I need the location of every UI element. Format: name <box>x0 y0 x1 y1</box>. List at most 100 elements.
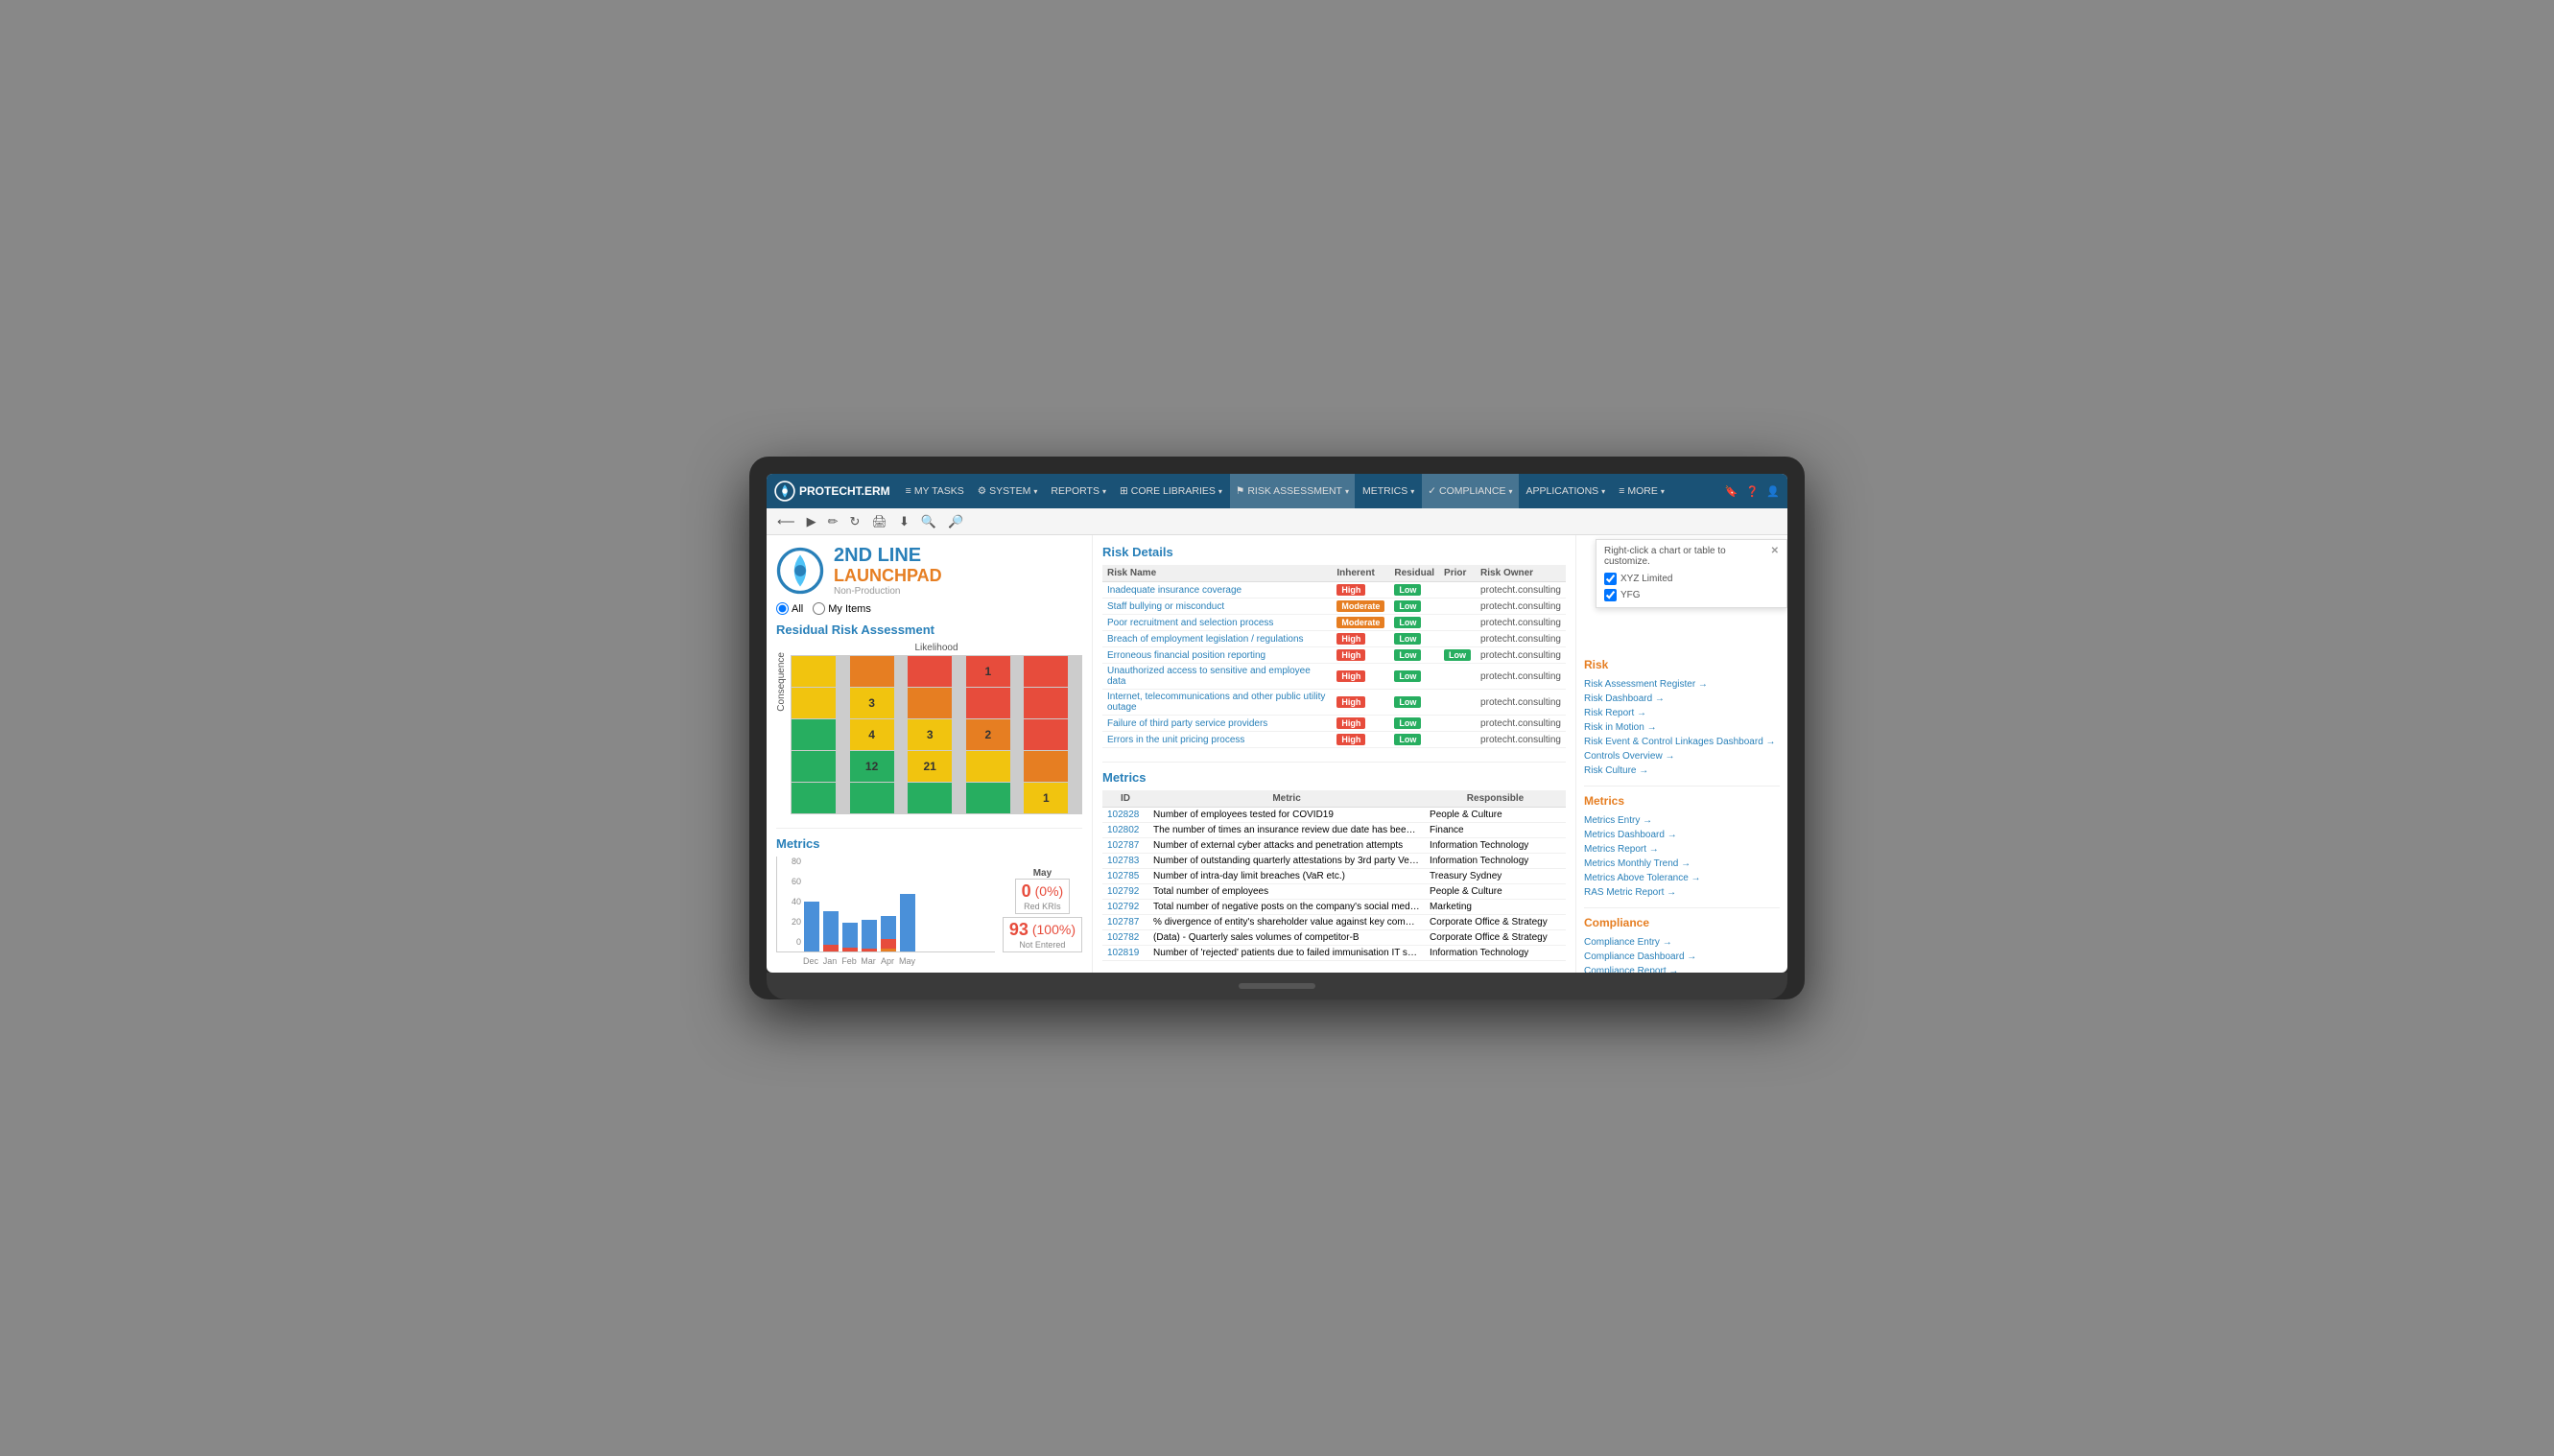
metric-id-link-9[interactable]: 102819 <box>1107 948 1139 958</box>
risk-link-5[interactable]: Unauthorized access to sensitive and emp… <box>1107 666 1311 687</box>
matrix-cell-3-2[interactable]: 21 <box>908 751 952 782</box>
matrix-cell-2-4[interactable] <box>1024 719 1068 750</box>
risk-link-3[interactable]: Breach of employment legislation / regul… <box>1107 634 1304 645</box>
filter-my-items[interactable]: My Items <box>813 602 871 615</box>
right-metrics-links-link-3[interactable]: Metrics Monthly Trend → <box>1584 857 1780 871</box>
matrix-cell-4-4[interactable]: 1 <box>1024 783 1068 813</box>
nav-core-libraries[interactable]: ⊞ CORE LIBRARIES ▾ <box>1114 474 1228 508</box>
right-risk-links-link-1[interactable]: Risk Dashboard → <box>1584 692 1780 706</box>
nav-applications[interactable]: APPLICATIONS ▾ <box>1521 474 1612 508</box>
residual-badge-0: Low <box>1394 584 1421 596</box>
nav-more[interactable]: ≡ MORE ▾ <box>1613 474 1670 508</box>
matrix-cell-1-2[interactable] <box>908 688 952 718</box>
bar-jan-blue <box>823 911 839 945</box>
checkbox-yfg-label: YFG <box>1620 590 1641 600</box>
matrix-cell-0-4[interactable] <box>1024 656 1068 687</box>
right-risk-links-link-4[interactable]: Risk Event & Control Linkages Dashboard … <box>1584 735 1780 749</box>
matrix-cell-0-3[interactable]: 1 <box>966 656 1010 687</box>
matrix-cell-0-2[interactable] <box>908 656 952 687</box>
right-risk-links-link-6[interactable]: Risk Culture → <box>1584 763 1780 778</box>
brand-name: PROTECHT.ERM <box>799 484 890 498</box>
matrix-cell-1-0[interactable] <box>792 688 836 718</box>
risk-link-6[interactable]: Internet, telecommunications and other p… <box>1107 692 1325 713</box>
toolbar-back[interactable]: ⟵ <box>774 512 798 531</box>
metrics-bars <box>776 857 995 952</box>
nav-risk-assessment[interactable]: ⚑ RISK ASSESSMENT ▾ <box>1230 474 1355 508</box>
matrix-cell-3-4[interactable] <box>1024 751 1068 782</box>
matrix-cell-2-3[interactable]: 2 <box>966 719 1010 750</box>
matrix-cell-1-4[interactable] <box>1024 688 1068 718</box>
toolbar-zoom-out[interactable]: 🔎 <box>945 512 966 531</box>
metric-responsible-6: Marketing <box>1425 900 1566 915</box>
risk-link-4[interactable]: Erroneous financial position reporting <box>1107 650 1265 661</box>
matrix-cell-3-1[interactable]: 12 <box>850 751 894 782</box>
toolbar-print[interactable]: 🖨 <box>868 512 890 531</box>
risk-link-0[interactable]: Inadequate insurance coverage <box>1107 585 1242 596</box>
matrix-cell-0-0[interactable] <box>792 656 836 687</box>
toolbar-download[interactable]: ⬇ <box>896 512 912 531</box>
metric-id-link-7[interactable]: 102787 <box>1107 917 1139 928</box>
risk-link-2[interactable]: Poor recruitment and selection process <box>1107 618 1273 628</box>
risk-link-8[interactable]: Errors in the unit pricing process <box>1107 735 1244 745</box>
metrics-kpi: May 0 (0%) Red KRIs 93 <box>1003 857 1082 966</box>
metric-id-link-1[interactable]: 102802 <box>1107 825 1139 835</box>
matrix-cell-2-0[interactable] <box>792 719 836 750</box>
matrix-cell-1-3[interactable] <box>966 688 1010 718</box>
risk-matrix-container: Consequence Likelihood 1 <box>776 643 1082 814</box>
matrix-cell-2-1[interactable]: 4 <box>850 719 894 750</box>
right-compliance-links-link-2[interactable]: Compliance Report → <box>1584 964 1780 973</box>
brand-logo[interactable]: PROTECHT.ERM <box>774 481 890 502</box>
risk-link-1[interactable]: Staff bullying or misconduct <box>1107 601 1224 612</box>
nav-my-tasks[interactable]: ≡ MY TASKS <box>900 474 970 508</box>
matrix-cell-3-0[interactable] <box>792 751 836 782</box>
right-risk-links-link-5[interactable]: Controls Overview → <box>1584 749 1780 763</box>
toolbar-play[interactable]: ▶ <box>804 512 819 531</box>
metrics-table-row: 102792 Total number of negative posts on… <box>1102 900 1566 915</box>
right-metrics-links-link-4[interactable]: Metrics Above Tolerance → <box>1584 871 1780 885</box>
toolbar-refresh[interactable]: ↻ <box>847 512 863 531</box>
right-metrics-links-link-5[interactable]: RAS Metric Report → <box>1584 885 1780 900</box>
inherent-badge-5: High <box>1336 670 1365 682</box>
matrix-cell-1-1[interactable]: 3 <box>850 688 894 718</box>
metric-id-link-3[interactable]: 102783 <box>1107 856 1139 866</box>
user-icon[interactable]: 👤 <box>1766 485 1780 498</box>
right-metrics-links-link-1[interactable]: Metrics Dashboard → <box>1584 828 1780 842</box>
nav-metrics[interactable]: METRICS ▾ <box>1357 474 1420 508</box>
filter-all[interactable]: All <box>776 602 803 615</box>
matrix-cell-3-3[interactable] <box>966 751 1010 782</box>
help-icon[interactable]: ❓ <box>1746 485 1760 498</box>
metric-id-link-8[interactable]: 102782 <box>1107 932 1139 943</box>
matrix-cell-4-2[interactable] <box>908 783 952 813</box>
metric-id-link-2[interactable]: 102787 <box>1107 840 1139 851</box>
nav-system[interactable]: ⚙ SYSTEM ▾ <box>972 474 1044 508</box>
matrix-cell-2-2[interactable]: 3 <box>908 719 952 750</box>
tooltip-text: Right-click a chart or table to customiz… <box>1604 546 1726 567</box>
matrix-cell-4-0[interactable] <box>792 783 836 813</box>
right-risk-links-link-2[interactable]: Risk Report → <box>1584 706 1780 720</box>
tooltip-checkbox-yfg[interactable]: YFG <box>1604 589 1779 601</box>
right-metrics-links-link-0[interactable]: Metrics Entry → <box>1584 813 1780 828</box>
bookmark-icon[interactable]: 🔖 <box>1725 485 1738 498</box>
col-metric-responsible: Responsible <box>1425 790 1566 808</box>
tooltip-close[interactable]: ✕ <box>1771 546 1779 556</box>
metric-id-link-6[interactable]: 102792 <box>1107 902 1139 912</box>
risk-link-7[interactable]: Failure of third party service providers <box>1107 718 1267 729</box>
metric-id-link-4[interactable]: 102785 <box>1107 871 1139 881</box>
nav-compliance[interactable]: ✓ COMPLIANCE ▾ <box>1422 474 1518 508</box>
right-compliance-links-link-1[interactable]: Compliance Dashboard → <box>1584 950 1780 964</box>
nav-reports[interactable]: REPORTS ▾ <box>1045 474 1112 508</box>
matrix-cell-0-1[interactable] <box>850 656 894 687</box>
col-metric-id: ID <box>1102 790 1148 808</box>
tooltip-checkbox-xyz[interactable]: XYZ Limited <box>1604 573 1779 585</box>
metrics-table-row: 102819 Number of 'rejected' patients due… <box>1102 946 1566 961</box>
metric-id-link-0[interactable]: 102828 <box>1107 810 1139 820</box>
matrix-cell-4-1[interactable] <box>850 783 894 813</box>
toolbar-zoom-in[interactable]: 🔍 <box>918 512 939 531</box>
toolbar-edit[interactable]: ✏ <box>825 512 841 531</box>
right-risk-links-link-0[interactable]: Risk Assessment Register → <box>1584 677 1780 692</box>
right-compliance-links-link-0[interactable]: Compliance Entry → <box>1584 935 1780 950</box>
metric-id-link-5[interactable]: 102792 <box>1107 886 1139 897</box>
right-risk-links-link-3[interactable]: Risk in Motion → <box>1584 720 1780 735</box>
right-metrics-links-link-2[interactable]: Metrics Report → <box>1584 842 1780 857</box>
matrix-cell-4-3[interactable] <box>966 783 1010 813</box>
